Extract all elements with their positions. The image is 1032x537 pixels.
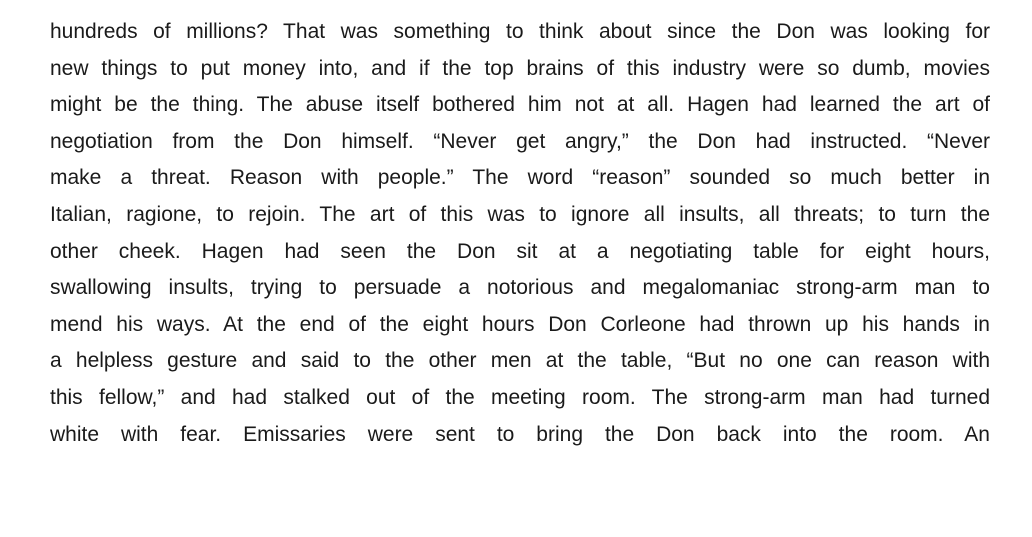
text-line: this fellow,” and had stalked out of the…	[50, 385, 990, 409]
text-line: a helpless gesture and said to the other…	[50, 349, 990, 373]
text-line: Italian, ragione, to rejoin. The art of …	[50, 202, 990, 226]
text-line: might be the thing. The abuse itself bot…	[50, 93, 990, 117]
text-line: swallowing insults, trying to persuade a…	[50, 276, 990, 300]
text-line: mend his ways. At the end of the eight h…	[50, 312, 990, 336]
document-page: hundreds of millions? That was something…	[0, 0, 1032, 537]
text-line: white with fear. Emissaries were sent to…	[50, 422, 990, 446]
text-line: other cheek. Hagen had seen the Don sit …	[50, 239, 990, 263]
text-line: make a threat. Reason with people.” The …	[50, 166, 990, 190]
text-line: new things to put money into, and if the…	[50, 56, 990, 80]
text-line: hundreds of millions? That was something…	[50, 20, 990, 43]
text-line: negotiation from the Don himself. “Never…	[50, 129, 990, 153]
body-text: hundreds of millions? That was something…	[50, 14, 990, 453]
